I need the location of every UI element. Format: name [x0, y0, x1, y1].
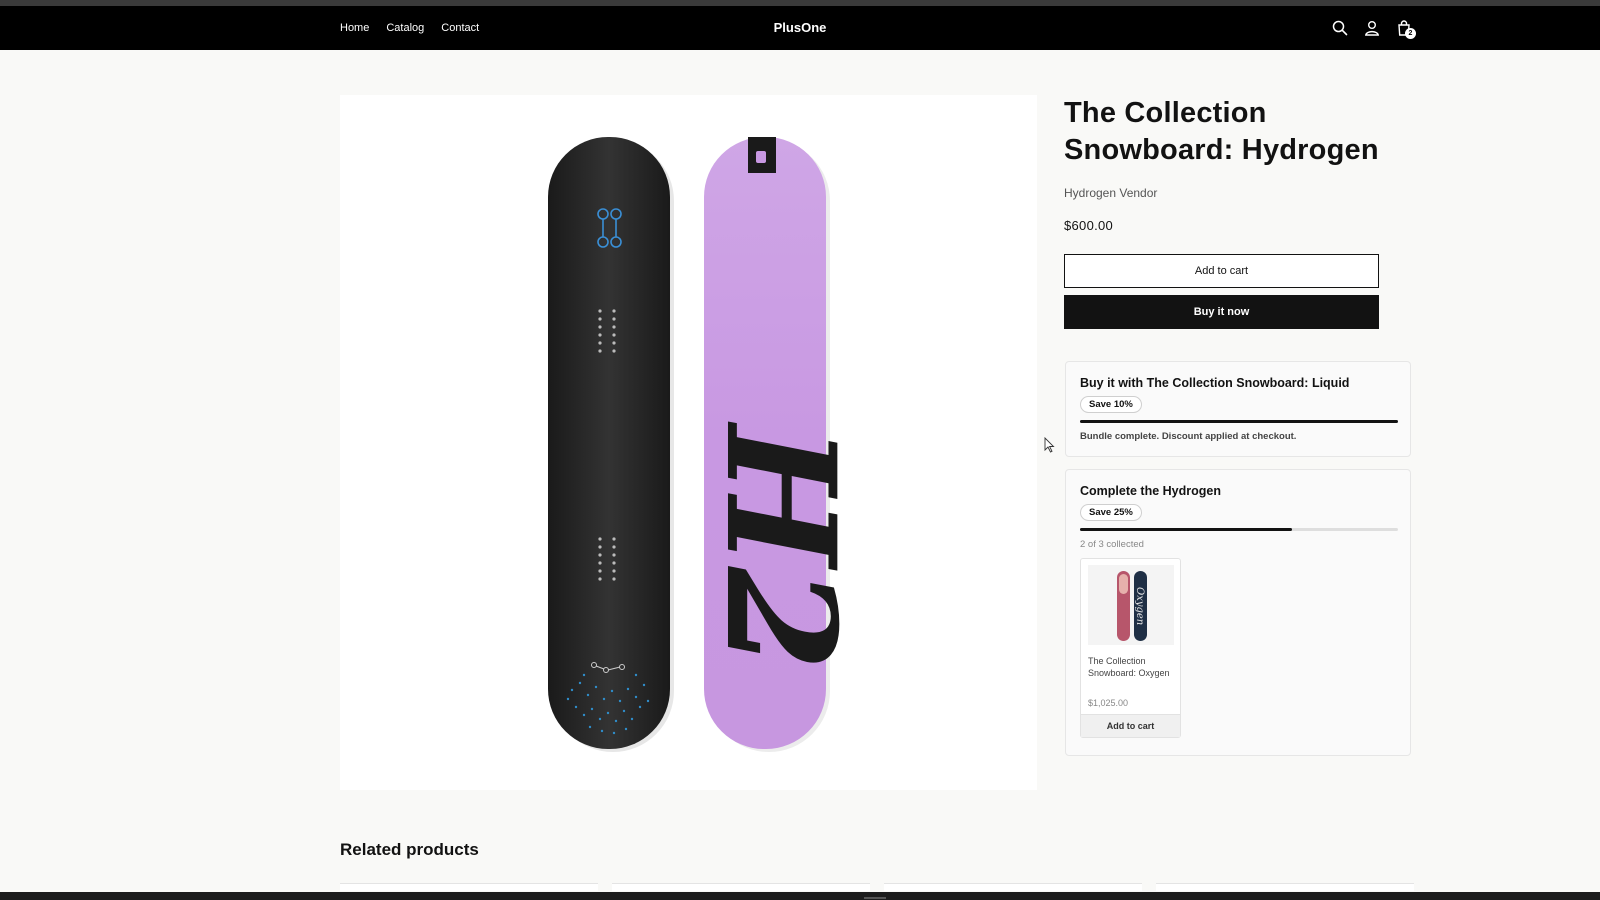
- bundle-item-card[interactable]: Oxygen The Collection Snowboard: Oxygen …: [1080, 558, 1181, 738]
- product-vendor: Hydrogen Vendor: [1064, 186, 1158, 200]
- account-icon[interactable]: [1362, 18, 1382, 38]
- add-to-cart-button[interactable]: Add to cart: [1064, 254, 1379, 288]
- mouse-cursor-icon: [1044, 437, 1055, 453]
- bundle-progress-fill: [1080, 528, 1292, 531]
- bundle-item-name[interactable]: The Collection Snowboard: Oxygen: [1088, 656, 1176, 679]
- snowboard-illustration: H2: [548, 137, 868, 752]
- bundle-progress-fill: [1080, 420, 1398, 423]
- buy-it-now-button[interactable]: Buy it now: [1064, 295, 1379, 329]
- board-black: [548, 137, 670, 749]
- cart-count-badge: 2: [1405, 28, 1416, 39]
- nav-home[interactable]: Home: [340, 22, 369, 34]
- product-price: $600.00: [1064, 218, 1114, 233]
- bundle-offer-hydrogen: Complete the Hydrogen Save 25% 2 of 3 co…: [1065, 469, 1411, 756]
- bundle-progress-bar: [1080, 528, 1398, 531]
- product-image[interactable]: H2: [340, 95, 1037, 790]
- bundle-progress-bar: [1080, 420, 1398, 423]
- bundle-item-image-text: Oxygen: [1134, 587, 1145, 625]
- bottom-bar: [0, 892, 1600, 900]
- product-info: The Collection Snowboard: Hydrogen Hydro…: [1064, 95, 1410, 329]
- cart-icon[interactable]: 2: [1394, 18, 1416, 39]
- product-title: The Collection Snowboard: Hydrogen: [1064, 97, 1379, 166]
- site-header: Home Catalog Contact PlusOne 2: [0, 6, 1600, 50]
- related-product-card[interactable]: [884, 883, 1142, 891]
- related-products-heading: Related products: [340, 840, 479, 859]
- search-icon[interactable]: [1330, 18, 1350, 38]
- scroll-handle[interactable]: [864, 897, 886, 899]
- bundle-item-price: $1,025.00: [1088, 698, 1129, 708]
- bundle-status-text: 2 of 3 collected: [1080, 539, 1144, 550]
- related-product-card[interactable]: [612, 883, 870, 891]
- nav-catalog[interactable]: Catalog: [386, 22, 424, 34]
- bundle-status-text: Bundle complete. Discount applied at che…: [1080, 431, 1297, 442]
- bundle-title: Complete the Hydrogen: [1080, 484, 1221, 498]
- related-products-list: [340, 883, 1414, 891]
- savings-badge: Save 10%: [1080, 396, 1142, 413]
- savings-badge: Save 25%: [1080, 504, 1142, 521]
- related-product-card[interactable]: [340, 883, 598, 891]
- bundle-item-add-button[interactable]: Add to cart: [1081, 714, 1180, 737]
- related-product-card[interactable]: [1156, 883, 1414, 891]
- nav-contact[interactable]: Contact: [441, 22, 479, 34]
- bundle-title: Buy it with The Collection Snowboard: Li…: [1080, 376, 1350, 390]
- bundle-item-image[interactable]: Oxygen: [1088, 565, 1174, 645]
- main-nav: Home Catalog Contact: [340, 6, 479, 50]
- bundle-offer-liquid: Buy it with The Collection Snowboard: Li…: [1065, 361, 1411, 457]
- board-graphic-text: H2: [692, 421, 868, 671]
- header-icons: 2: [1330, 18, 1416, 39]
